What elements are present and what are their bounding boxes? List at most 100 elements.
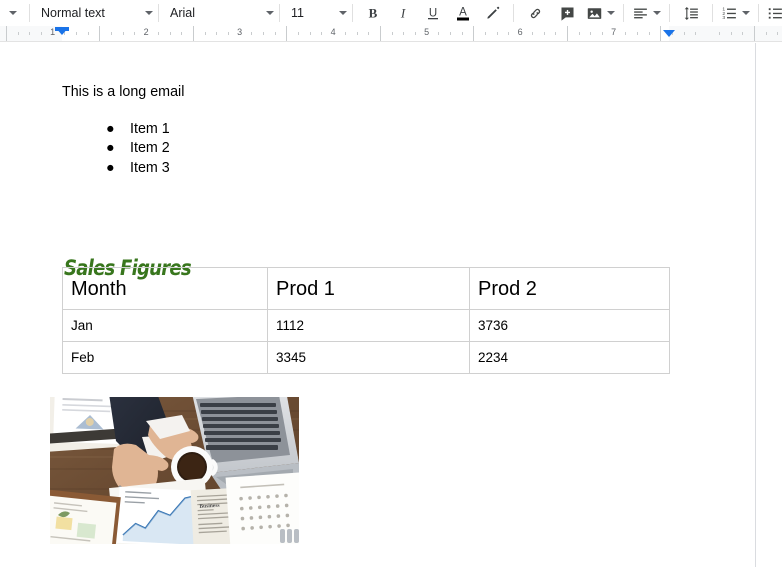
link-icon — [530, 8, 540, 18]
ruler-minor-tick — [391, 32, 393, 35]
chevron-down-icon — [339, 11, 347, 15]
chevron-down-icon — [742, 11, 750, 15]
toolbar-divider — [352, 4, 353, 22]
ruler-minor-tick — [543, 32, 545, 35]
ruler-minor-tick — [648, 32, 650, 35]
toolbar-overflow-button[interactable] — [2, 2, 24, 24]
chevron-down-icon — [607, 11, 615, 15]
ruler-minor-tick — [601, 32, 603, 35]
line-spacing-button[interactable] — [680, 2, 702, 24]
insert-image-button[interactable] — [586, 2, 615, 24]
numbered-list-icon: 1 2 3 — [722, 6, 736, 21]
ruler-minor-tick — [730, 32, 732, 35]
table-row: Jan 1112 3736 — [62, 309, 670, 342]
ruler-minor-tick — [216, 32, 218, 35]
underline-icon: U — [428, 8, 438, 20]
ruler-unit-label: 5 — [424, 27, 430, 37]
italic-icon: I — [400, 6, 406, 21]
toolbar-divider — [712, 4, 713, 22]
list-item: ● Item 1 — [62, 120, 170, 139]
document-page[interactable]: This is a long email ● Item 1 ● Item 2 ●… — [0, 43, 755, 567]
font-size-selector[interactable]: 11 — [285, 2, 347, 24]
list-item: ● Item 2 — [62, 139, 170, 158]
toolbar-divider — [758, 4, 759, 22]
text-color-icon: A — [457, 7, 469, 21]
table-cell[interactable]: 3736 — [469, 309, 670, 342]
toolbar-divider — [623, 4, 624, 22]
ruler-major-tick — [379, 26, 381, 41]
ruler-unit-label: 6 — [517, 27, 523, 37]
sales-figures-table[interactable]: Month Prod 1 Prod 2 Jan 1112 3736 Feb 33… — [62, 267, 670, 374]
table-row: Feb 3345 2234 — [62, 341, 670, 374]
highlight-color-button[interactable] — [482, 2, 504, 24]
ruler-major-tick — [753, 26, 755, 41]
ruler-major-tick — [5, 26, 7, 41]
first-line-indent-marker[interactable] — [55, 27, 69, 31]
italic-button[interactable]: I — [392, 2, 414, 24]
ruler-minor-tick — [181, 32, 183, 35]
table-header-cell[interactable]: Prod 1 — [267, 267, 470, 310]
intro-paragraph: This is a long email — [62, 84, 185, 100]
ruler-minor-tick — [40, 32, 42, 35]
toolbar-divider — [158, 4, 159, 22]
chevron-down-icon — [653, 11, 661, 15]
bulleted-list-icon — [768, 7, 782, 19]
right-indent-marker[interactable] — [663, 30, 675, 37]
formatting-toolbar: Normal text Arial 11 B I U A 1 2 3 — [0, 0, 782, 26]
ruler-minor-tick — [718, 32, 720, 35]
ruler-minor-tick — [344, 32, 346, 35]
table-cell[interactable]: 1112 — [267, 309, 470, 342]
ruler-minor-tick — [251, 32, 253, 35]
ruler-minor-tick — [169, 32, 171, 35]
underline-button[interactable]: U — [422, 2, 444, 24]
ruler-minor-tick — [578, 32, 580, 35]
ruler-minor-tick — [29, 32, 31, 35]
ruler-minor-tick — [111, 32, 113, 35]
ruler-minor-tick — [695, 32, 697, 35]
table-cell[interactable]: Jan — [62, 309, 268, 342]
ruler-major-tick — [192, 26, 194, 41]
add-comment-button[interactable] — [556, 2, 578, 24]
bulleted-list-button[interactable] — [767, 2, 782, 24]
bold-icon: B — [369, 6, 378, 21]
insert-link-button[interactable] — [524, 2, 546, 24]
svg-text:B: B — [369, 6, 378, 21]
horizontal-ruler[interactable]: 1234567 — [0, 26, 782, 42]
toolbar-divider — [669, 4, 670, 22]
ruler-minor-tick — [274, 32, 276, 35]
ruler-minor-tick — [742, 32, 744, 35]
chevron-down-icon — [9, 11, 17, 15]
svg-text:3: 3 — [722, 15, 725, 21]
table-header-row: Month Prod 1 Prod 2 — [62, 267, 670, 310]
toolbar-divider — [29, 4, 30, 22]
business-desk-photo[interactable]: Business — [50, 397, 299, 544]
business-desk-photo-graphic: Business — [50, 397, 299, 544]
bold-button[interactable]: B — [362, 2, 384, 24]
bullet-glyph: ● — [106, 121, 115, 137]
ruler-unit-label: 2 — [143, 27, 149, 37]
ruler-minor-tick — [309, 32, 311, 35]
ruler-minor-tick — [683, 32, 685, 35]
align-left-icon — [634, 8, 647, 18]
ruler-minor-tick — [157, 32, 159, 35]
table-header-cell[interactable]: Month — [62, 267, 268, 310]
table-cell[interactable]: 2234 — [469, 341, 670, 374]
table-header-cell[interactable]: Prod 2 — [469, 267, 670, 310]
font-family-selector[interactable]: Arial — [164, 2, 274, 24]
document-canvas[interactable]: This is a long email ● Item 1 ● Item 2 ●… — [0, 43, 782, 567]
ruler-minor-tick — [590, 32, 592, 35]
table-cell[interactable]: 3345 — [267, 341, 470, 374]
line-spacing-icon — [684, 6, 698, 20]
align-button[interactable] — [632, 2, 661, 24]
paragraph-style-selector[interactable]: Normal text — [35, 2, 153, 24]
ruler-unit-label: 3 — [237, 27, 243, 37]
bullet-glyph: ● — [106, 140, 115, 157]
svg-text:I: I — [400, 6, 406, 21]
ruler-minor-tick — [765, 32, 767, 35]
text-color-button[interactable]: A — [452, 2, 474, 24]
list-item-label: Item 2 — [130, 140, 170, 157]
ruler-unit-label: 4 — [330, 27, 336, 37]
numbered-list-button[interactable]: 1 2 3 — [721, 2, 750, 24]
ruler-major-tick — [566, 26, 568, 41]
table-cell[interactable]: Feb — [62, 341, 268, 374]
